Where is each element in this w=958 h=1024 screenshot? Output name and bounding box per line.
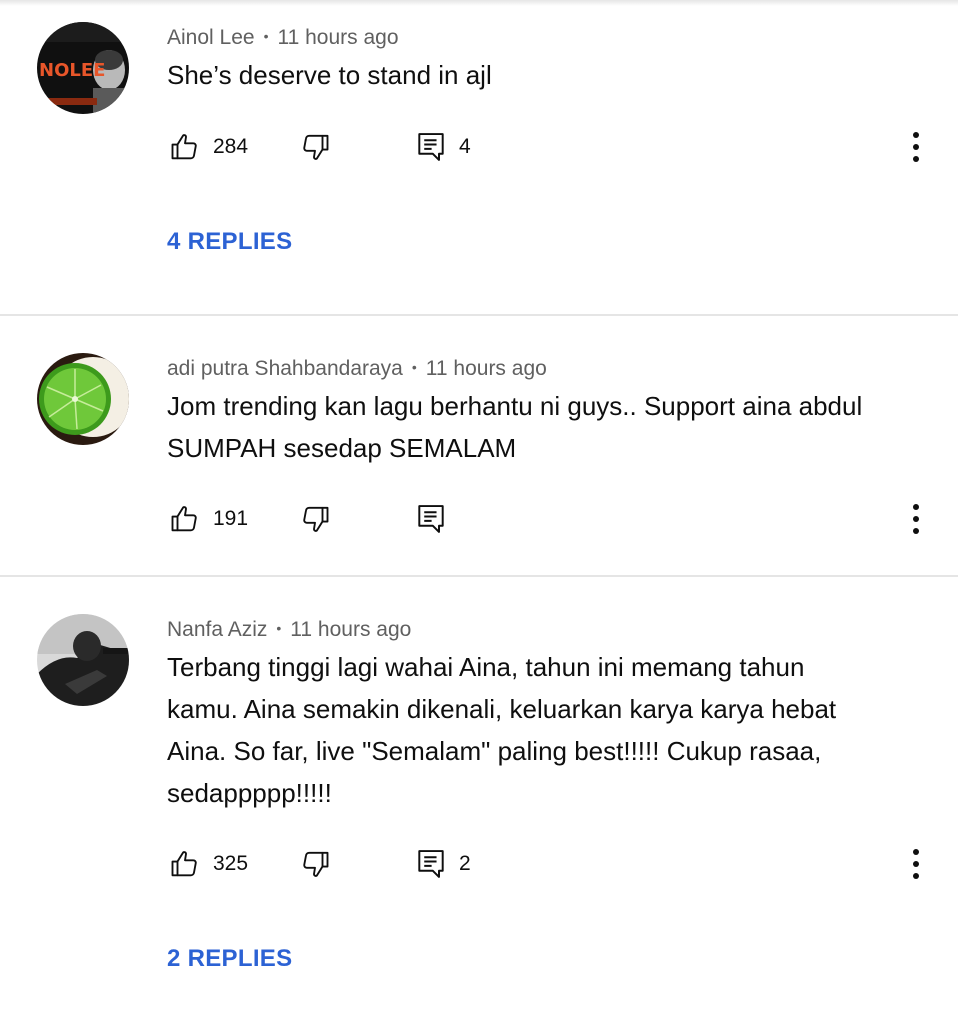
reply-button[interactable]: 2 — [416, 847, 471, 881]
thumb-down-icon — [303, 506, 329, 532]
author-name[interactable]: Ainol Lee — [167, 26, 255, 49]
avatar[interactable]: NOLEE — [37, 22, 129, 114]
dislike-button[interactable] — [300, 502, 330, 536]
comment-reply-icon — [418, 133, 444, 161]
more-vertical-icon — [913, 132, 919, 162]
reply-button[interactable]: 4 — [416, 130, 471, 164]
avatar-image — [37, 353, 129, 445]
thumb-up-icon — [171, 851, 197, 877]
timestamp[interactable]: 11 hours ago — [277, 26, 398, 49]
more-options-button[interactable] — [902, 502, 930, 536]
comment-text: She’s deserve to stand in ajl — [167, 60, 492, 90]
like-button[interactable]: 325 — [170, 847, 248, 881]
like-button[interactable]: 284 — [170, 130, 248, 164]
view-replies-link[interactable]: 4 REPLIES — [167, 227, 292, 257]
like-count: 284 — [213, 135, 249, 158]
top-shadow — [0, 0, 958, 6]
like-count: 191 — [213, 507, 249, 530]
separator-dot: • — [263, 28, 269, 44]
like-count: 325 — [213, 852, 249, 875]
like-button[interactable]: 191 — [170, 502, 248, 536]
comment-meta: Nanfa Aziz • 11 hours ago — [167, 615, 411, 643]
comment-reply-icon — [418, 850, 444, 878]
thumb-up-icon — [171, 134, 197, 160]
comment-meta: Ainol Lee • 11 hours ago — [167, 23, 399, 51]
more-vertical-icon — [913, 504, 919, 534]
avatar-image: NOLEE — [37, 22, 129, 114]
dislike-button[interactable] — [300, 847, 330, 881]
comment-text: Terbang tinggi lagi wahai Aina, tahun in… — [167, 652, 837, 808]
reply-count: 4 — [459, 135, 471, 158]
comment-text: Jom trending kan lagu berhantu ni guys..… — [167, 391, 863, 463]
avatar[interactable] — [37, 353, 129, 445]
more-vertical-icon — [913, 849, 919, 879]
thumb-up-icon — [171, 506, 197, 532]
reply-count: 2 — [459, 852, 471, 875]
dislike-button[interactable] — [300, 130, 330, 164]
separator-dot: • — [411, 359, 417, 375]
avatar-logo-text: NOLEE — [39, 60, 105, 81]
comment-reply-icon — [418, 505, 444, 533]
author-name[interactable]: adi putra Shahbandaraya — [167, 357, 403, 380]
timestamp[interactable]: 11 hours ago — [290, 618, 411, 641]
separator-dot: • — [276, 620, 282, 636]
avatar-image — [37, 614, 129, 706]
view-replies-link[interactable]: 2 REPLIES — [167, 944, 292, 974]
more-options-button[interactable] — [902, 130, 930, 164]
timestamp[interactable]: 11 hours ago — [426, 357, 547, 380]
comment-divider — [0, 314, 958, 316]
reply-button[interactable] — [416, 502, 446, 536]
comment-divider — [0, 575, 958, 577]
thumb-down-icon — [303, 851, 329, 877]
author-name[interactable]: Nanfa Aziz — [167, 618, 267, 641]
thumb-down-icon — [303, 134, 329, 160]
more-options-button[interactable] — [902, 847, 930, 881]
avatar[interactable] — [37, 614, 129, 706]
comment-meta: adi putra Shahbandaraya • 11 hours ago — [167, 354, 547, 382]
